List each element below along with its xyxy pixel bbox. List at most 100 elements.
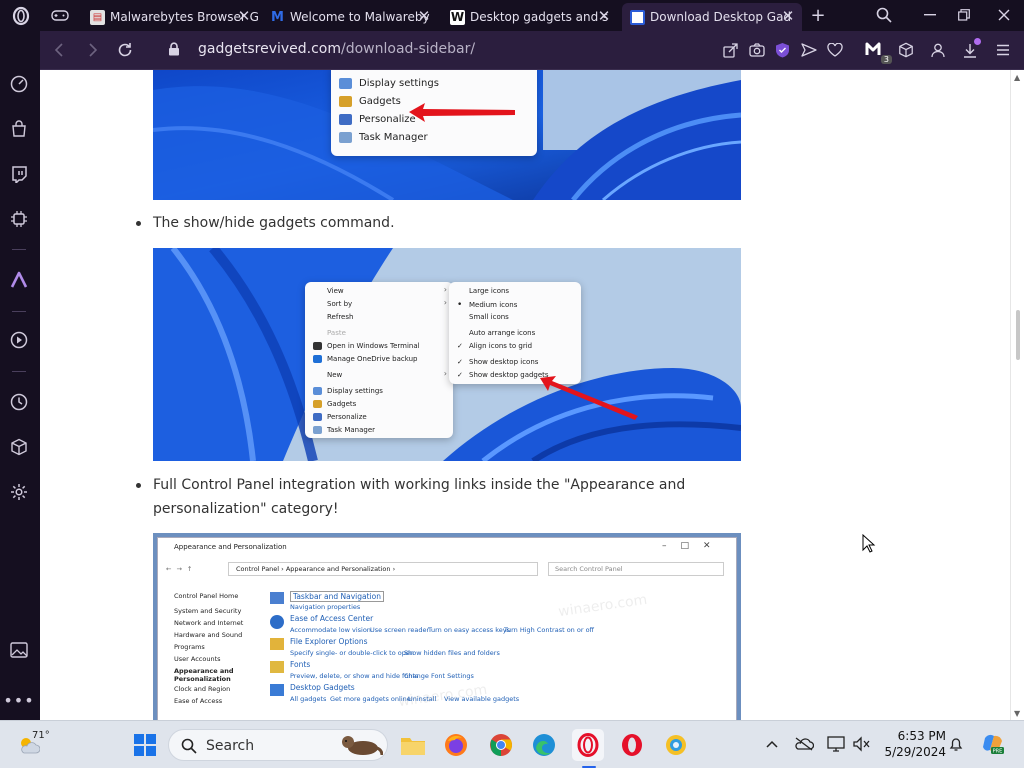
submenu-item-small-icons[interactable]: Small icons xyxy=(457,313,509,321)
aria-icon[interactable] xyxy=(8,269,30,291)
cp-nav-arrows[interactable]: ←→↑ xyxy=(166,565,197,573)
heart-icon[interactable] xyxy=(825,40,845,60)
cp-link[interactable]: Change Font Settings xyxy=(404,672,474,680)
menu-item-refresh[interactable]: Refresh xyxy=(313,313,353,321)
twitch-icon[interactable] xyxy=(8,163,30,185)
close-tab-icon[interactable]: ✕ xyxy=(236,9,252,25)
opera-menu-icon[interactable] xyxy=(6,4,36,28)
submenu-item-show-desktop-icons[interactable]: ✓ Show desktop icons xyxy=(457,358,538,366)
search-tabs-icon[interactable] xyxy=(872,4,896,26)
taskbar-clock[interactable]: 6:53 PM 5/29/2024 xyxy=(880,728,946,760)
cp-link[interactable]: Turn on easy access keys xyxy=(428,626,510,634)
tab-welcome-malwarebytes[interactable]: M Welcome to Malwareby ✕ xyxy=(262,3,438,31)
cp-nav-item[interactable]: Programs xyxy=(174,643,205,651)
extensions-cube-icon[interactable] xyxy=(8,436,30,458)
onedrive-offline-icon[interactable] xyxy=(794,734,814,754)
copilot-pre-icon[interactable]: PRE xyxy=(980,731,1006,757)
menu-item-display-settings[interactable]: Display settings xyxy=(339,78,439,89)
cp-link[interactable]: All gadgets xyxy=(290,695,326,703)
menu-item-task-manager[interactable]: Task Manager xyxy=(339,132,428,143)
opera-icon[interactable] xyxy=(618,731,646,759)
cp-nav-item[interactable]: Clock and Region xyxy=(174,685,230,693)
share-icon[interactable] xyxy=(720,40,740,60)
cp-link[interactable]: Use screen reader xyxy=(370,626,429,634)
show-hidden-icons-chevron-icon[interactable] xyxy=(762,734,782,754)
submenu-item-show-desktop-gadgets[interactable]: ✓ Show desktop gadgets xyxy=(457,371,549,379)
menu-item-display-settings[interactable]: Display settings xyxy=(313,387,383,395)
cp-section-fonts[interactable]: Fonts xyxy=(290,660,310,669)
camera-icon[interactable] xyxy=(747,40,767,60)
submenu-item-medium-icons[interactable]: • Medium icons xyxy=(457,300,517,310)
submenu-item-align-grid[interactable]: ✓ Align icons to grid xyxy=(457,342,532,350)
cp-nav-item[interactable]: User Accounts xyxy=(174,655,221,663)
cp-section-desktop-gadgets[interactable]: Desktop Gadgets xyxy=(290,683,355,692)
close-window-icon[interactable] xyxy=(992,4,1016,26)
settings-gear-icon[interactable] xyxy=(8,481,30,503)
opera-gx-icon[interactable] xyxy=(662,731,690,759)
back-icon[interactable] xyxy=(48,39,70,61)
tab-desktop-gadgets[interactable]: W Desktop gadgets and s ✕ xyxy=(442,3,618,31)
weather-widget[interactable]: 71° xyxy=(18,730,50,759)
cp-section-taskbar[interactable]: Taskbar and Navigation xyxy=(290,591,384,602)
download-icon[interactable] xyxy=(960,38,981,60)
more-icon[interactable]: ••• xyxy=(3,689,33,711)
cp-link[interactable]: Navigation properties xyxy=(290,603,360,611)
edge-icon[interactable] xyxy=(530,731,558,759)
menu-item-view[interactable]: View xyxy=(313,287,344,295)
cp-nav-home[interactable]: Control Panel Home xyxy=(174,592,238,600)
menu-item-personalize[interactable]: Personalize xyxy=(313,413,367,421)
scroll-down-icon[interactable]: ▼ xyxy=(1014,709,1020,718)
malwarebytes-extension-icon[interactable]: 3 xyxy=(862,40,892,64)
cp-section-file-explorer[interactable]: File Explorer Options xyxy=(290,637,367,646)
restore-icon[interactable] xyxy=(952,4,976,26)
cp-section-ease-of-access[interactable]: Ease of Access Center xyxy=(290,614,373,623)
speed-dial-icon[interactable] xyxy=(8,73,30,95)
cp-link[interactable]: Preview, delete, or show and hide fonts xyxy=(290,672,418,680)
cp-nav-item[interactable]: Ease of Access xyxy=(174,697,222,705)
player-icon[interactable] xyxy=(8,329,30,351)
cp-link[interactable]: Accommodate low vision xyxy=(290,626,371,634)
close-tab-icon[interactable]: ✕ xyxy=(780,9,796,25)
scrollbar-thumb[interactable] xyxy=(1016,310,1020,360)
firefox-icon[interactable] xyxy=(442,731,470,759)
tab-malwarebytes-browser-guard[interactable]: ▤ Malwarebytes Browser G ✕ xyxy=(82,3,258,31)
cp-link[interactable]: Specify single- or double-click to open xyxy=(290,649,414,657)
cp-nav-item[interactable]: Hardware and Sound xyxy=(174,631,242,639)
cp-nav-item[interactable]: System and Security xyxy=(174,607,241,615)
submenu-item-auto-arrange[interactable]: Auto arrange icons xyxy=(457,329,535,337)
menu-item-task-manager[interactable]: Task Manager xyxy=(313,426,375,434)
windows-start-icon[interactable] xyxy=(131,731,159,759)
menu-item-paste[interactable]: Paste xyxy=(313,329,346,337)
network-speaker-icon[interactable] xyxy=(852,734,872,754)
url-field[interactable]: gadgetsrevived.com/download-sidebar/ xyxy=(198,41,475,57)
close-tab-icon[interactable]: ✕ xyxy=(416,9,432,25)
notification-bell-icon[interactable] xyxy=(946,734,966,754)
menu-item-sort-by[interactable]: Sort by xyxy=(313,300,352,308)
gamepad-icon[interactable] xyxy=(48,4,72,26)
menu-item-gadgets[interactable]: Gadgets xyxy=(339,96,401,107)
menu-item-new[interactable]: New xyxy=(313,371,342,379)
chrome-icon[interactable] xyxy=(487,731,515,759)
extensions-icon[interactable] xyxy=(896,40,916,60)
easy-setup-menu-icon[interactable] xyxy=(993,40,1013,60)
shopping-icon[interactable] xyxy=(8,118,30,140)
wallpaper-icon[interactable] xyxy=(8,639,30,661)
ai-chip-icon[interactable] xyxy=(8,208,30,230)
minimize-icon[interactable] xyxy=(918,4,942,26)
reload-icon[interactable] xyxy=(114,39,136,61)
cp-nav-item[interactable]: Network and Internet xyxy=(174,619,243,627)
taskbar-search[interactable]: Search xyxy=(168,729,388,761)
profile-icon[interactable] xyxy=(928,40,948,60)
page-scrollbar[interactable]: ▲ ▼ xyxy=(1010,70,1024,720)
new-tab-button[interactable]: + xyxy=(806,4,830,26)
tab-download-desktop-gadgets[interactable]: Download Desktop Gad ✕ xyxy=(622,3,802,31)
forward-icon[interactable] xyxy=(82,39,104,61)
vpn-shield-icon[interactable] xyxy=(772,40,792,60)
menu-item-open-terminal[interactable]: Open in Windows Terminal xyxy=(313,342,420,350)
opera-taskbar-icon-active[interactable] xyxy=(572,729,604,761)
file-explorer-icon[interactable] xyxy=(399,731,427,759)
menu-item-onedrive[interactable]: Manage OneDrive backup xyxy=(313,355,417,363)
display-icon[interactable] xyxy=(826,734,846,754)
cp-link[interactable]: Turn High Contrast on or off xyxy=(504,626,594,634)
menu-item-gadgets[interactable]: Gadgets xyxy=(313,400,356,408)
